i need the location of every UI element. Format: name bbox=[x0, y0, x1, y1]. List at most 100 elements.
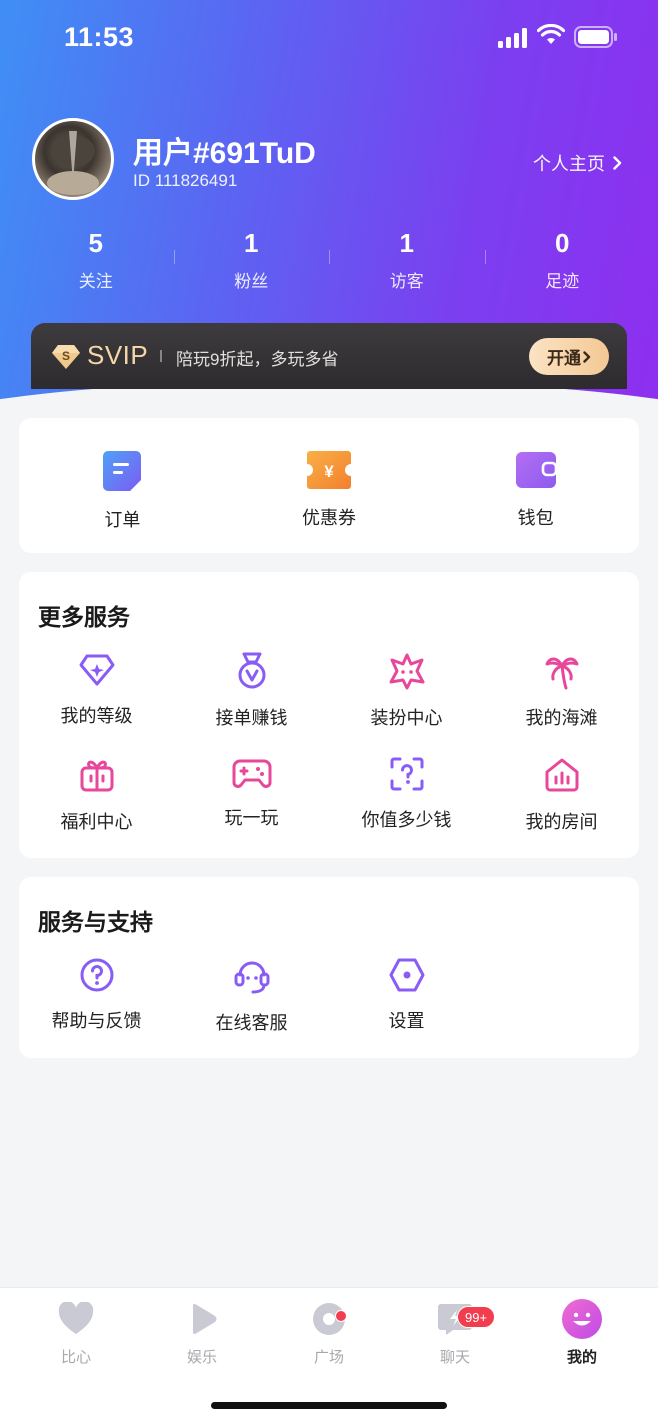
svg-text:¥: ¥ bbox=[324, 462, 334, 481]
service-label: 玩一玩 bbox=[224, 808, 279, 828]
dress-up-star-icon bbox=[389, 653, 424, 690]
battery-icon bbox=[574, 26, 617, 48]
tab-square[interactable]: 广场 bbox=[284, 1302, 374, 1367]
profile-stats: 5 关注 1 粉丝 1 访客 0 足迹 bbox=[18, 228, 640, 298]
tab-mine[interactable]: 我的 bbox=[537, 1299, 627, 1367]
status-bar: 11:53 bbox=[0, 0, 658, 76]
tab-label: 比心 bbox=[60, 1349, 91, 1366]
personal-homepage-link[interactable]: 个人主页 bbox=[533, 150, 622, 176]
level-gem-icon bbox=[79, 654, 114, 686]
svip-banner[interactable]: S SVIP 陪玩9折起，多玩多省 开通 bbox=[31, 323, 627, 389]
service-dress-up-center[interactable]: 装扮中心 bbox=[329, 652, 484, 756]
stat-label: 关注 bbox=[78, 272, 113, 291]
tab-chat[interactable]: 99+ 聊天 bbox=[410, 1302, 500, 1367]
stat-label: 粉丝 bbox=[234, 272, 269, 291]
tab-label: 聊天 bbox=[439, 1349, 470, 1366]
coupons-button[interactable]: ¥ 优惠券 bbox=[226, 418, 433, 553]
chevron-right-icon bbox=[583, 350, 591, 363]
stat-label: 访客 bbox=[389, 272, 424, 291]
stat-value: 0 bbox=[555, 228, 570, 258]
support-label: 在线客服 bbox=[215, 1013, 288, 1033]
service-label: 我的等级 bbox=[60, 706, 133, 726]
tab-label: 娱乐 bbox=[186, 1349, 217, 1366]
service-your-worth[interactable]: 你值多少钱 bbox=[329, 756, 484, 860]
support-online-service[interactable]: 在线客服 bbox=[174, 957, 329, 1061]
service-label: 我的房间 bbox=[525, 812, 598, 832]
help-icon bbox=[80, 958, 113, 992]
stat-following[interactable]: 5 关注 bbox=[18, 228, 174, 298]
settings-hex-icon bbox=[389, 958, 424, 992]
question-frame-icon bbox=[390, 757, 423, 791]
unread-count-badge: 99+ bbox=[457, 1306, 496, 1328]
support-settings[interactable]: 设置 bbox=[329, 957, 484, 1061]
stat-value: 1 bbox=[244, 228, 259, 258]
gift-icon bbox=[80, 760, 113, 792]
coupons-label: 优惠券 bbox=[302, 508, 356, 528]
service-label: 接单赚钱 bbox=[215, 708, 288, 728]
service-label: 我的海滩 bbox=[525, 708, 598, 728]
svip-description: 陪玩9折起，多玩多省 bbox=[176, 350, 339, 369]
stat-value: 1 bbox=[399, 228, 414, 258]
svip-badge-icon: S bbox=[52, 345, 80, 369]
svip-open-label: 开通 bbox=[547, 349, 581, 368]
wallet-icon bbox=[515, 452, 557, 488]
user-id: ID 111826491 bbox=[133, 171, 238, 190]
tab-label: 我的 bbox=[566, 1349, 597, 1366]
svip-title: SVIP bbox=[87, 340, 149, 370]
orders-label: 订单 bbox=[104, 510, 141, 530]
headset-icon bbox=[234, 961, 269, 994]
service-my-level[interactable]: 我的等级 bbox=[19, 652, 174, 756]
palm-tree-icon bbox=[545, 657, 578, 690]
service-label: 装扮中心 bbox=[370, 708, 443, 728]
orders-button[interactable]: 订单 bbox=[19, 418, 226, 553]
more-services-title: 更多服务 bbox=[38, 604, 130, 630]
service-my-beach[interactable]: 我的海滩 bbox=[484, 652, 639, 756]
svip-open-button[interactable]: 开通 bbox=[529, 338, 609, 375]
stat-footprints[interactable]: 0 足迹 bbox=[484, 228, 641, 298]
personal-homepage-label: 个人主页 bbox=[533, 154, 605, 174]
home-indicator bbox=[211, 1402, 447, 1409]
coupon-icon: ¥ bbox=[307, 451, 351, 489]
tab-label: 广场 bbox=[313, 1349, 344, 1366]
gamepad-icon bbox=[232, 759, 271, 788]
service-label: 福利中心 bbox=[60, 812, 133, 832]
wifi-icon bbox=[537, 24, 565, 44]
more-services-card: 更多服务 我的等级 接单赚钱 装扮中心 我的海滩 福利中心 玩一玩 你值多少钱 … bbox=[19, 572, 639, 858]
svip-divider bbox=[160, 350, 162, 362]
notification-dot bbox=[335, 1310, 347, 1322]
status-time: 11:53 bbox=[64, 22, 135, 52]
service-play[interactable]: 玩一玩 bbox=[174, 756, 329, 860]
support-card: 服务与支持 帮助与反馈 在线客服 设置 bbox=[19, 877, 639, 1058]
order-icon bbox=[103, 451, 142, 491]
support-grid: 帮助与反馈 在线客服 设置 bbox=[19, 957, 639, 1061]
support-help-feedback[interactable]: 帮助与反馈 bbox=[19, 957, 174, 1061]
service-my-room[interactable]: 我的房间 bbox=[484, 756, 639, 860]
heart-icon bbox=[58, 1302, 94, 1334]
room-house-icon bbox=[545, 758, 578, 792]
service-welfare-center[interactable]: 福利中心 bbox=[19, 756, 174, 860]
support-title: 服务与支持 bbox=[38, 909, 153, 935]
tab-bixin[interactable]: 比心 bbox=[31, 1302, 121, 1367]
quick-actions-card: 订单 ¥ 优惠券 钱包 bbox=[19, 418, 639, 553]
stat-visitors[interactable]: 1 访客 bbox=[329, 228, 485, 298]
smile-face-icon bbox=[562, 1299, 602, 1339]
profile-header: 11:53 用户#691TuD ID 111826491 个人主页 5 关注 1… bbox=[0, 0, 658, 400]
wallet-button[interactable]: 钱包 bbox=[432, 418, 639, 553]
service-label: 你值多少钱 bbox=[361, 810, 452, 830]
avatar[interactable] bbox=[32, 118, 114, 200]
more-services-grid: 我的等级 接单赚钱 装扮中心 我的海滩 福利中心 玩一玩 你值多少钱 我的房间 bbox=[19, 652, 639, 860]
stat-label: 足迹 bbox=[545, 272, 580, 291]
stat-value: 5 bbox=[88, 228, 103, 258]
signal-icon bbox=[498, 28, 527, 48]
support-label: 帮助与反馈 bbox=[51, 1011, 142, 1031]
svg-text:S: S bbox=[62, 349, 70, 363]
service-take-orders[interactable]: 接单赚钱 bbox=[174, 652, 329, 756]
play-icon bbox=[193, 1304, 217, 1334]
chevron-right-icon bbox=[613, 156, 622, 170]
support-label: 设置 bbox=[388, 1011, 425, 1031]
tab-entertainment[interactable]: 娱乐 bbox=[157, 1302, 247, 1367]
medal-icon bbox=[238, 652, 265, 689]
wallet-label: 钱包 bbox=[517, 508, 554, 528]
stat-fans[interactable]: 1 粉丝 bbox=[173, 228, 330, 298]
user-name: 用户#691TuD bbox=[133, 137, 316, 170]
